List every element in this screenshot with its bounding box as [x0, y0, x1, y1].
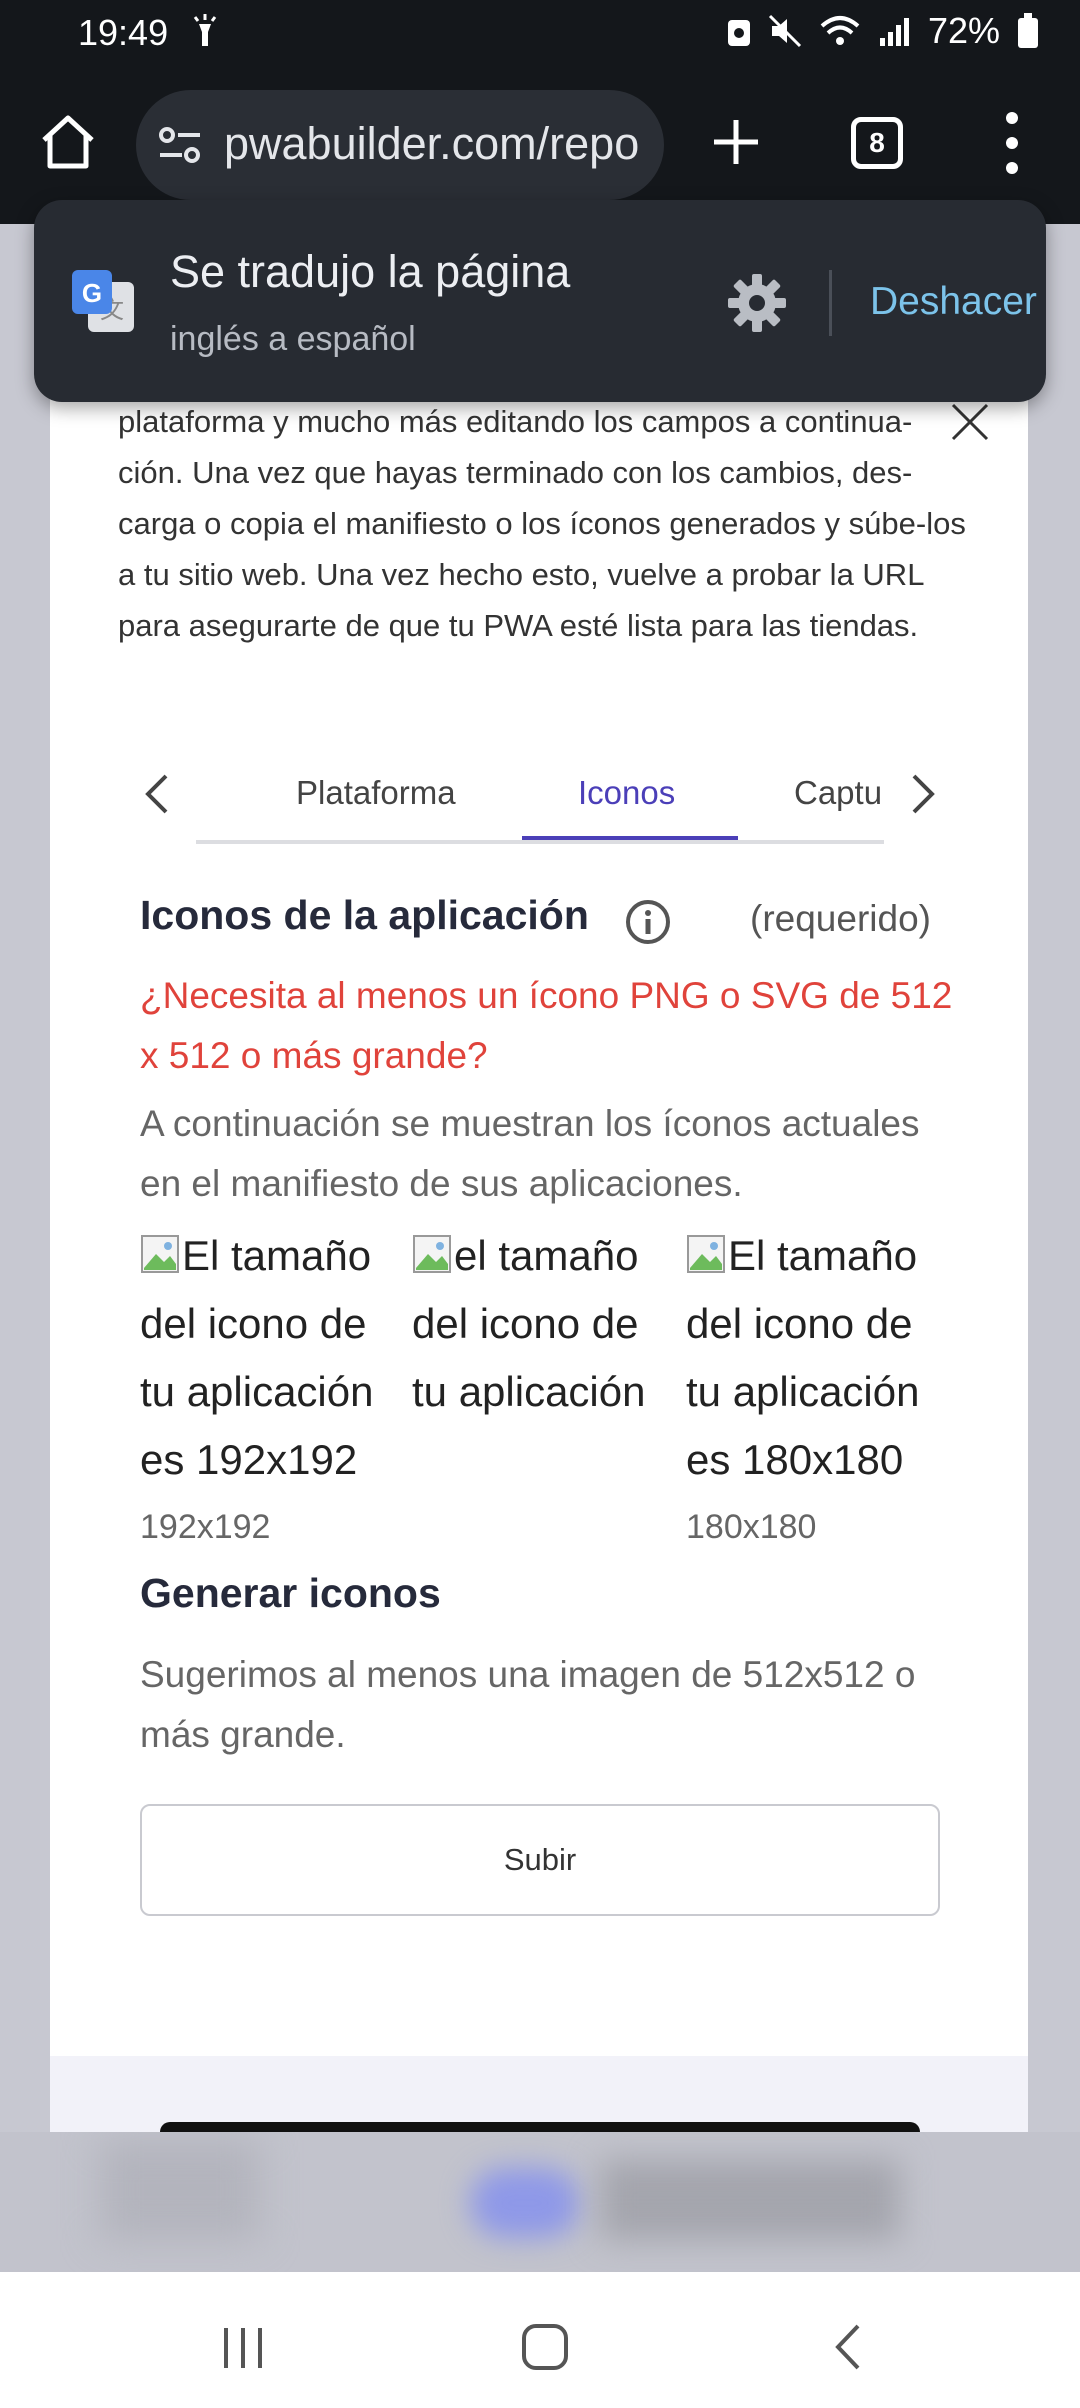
mute-icon	[768, 14, 801, 48]
translation-popup: 文 G Se tradujo la página inglés a españo…	[34, 200, 1046, 402]
recent-apps-icon[interactable]	[220, 2326, 266, 2370]
new-tab-icon[interactable]	[710, 116, 762, 168]
icon-warning: ¿Necesita al menos un ícono PNG o SVG de…	[140, 975, 953, 1076]
flashlight-icon	[193, 14, 217, 46]
tab-capturas[interactable]: Captu	[794, 774, 882, 812]
tab-plataforma[interactable]: Plataforma	[296, 774, 456, 812]
broken-image-icon	[141, 1235, 179, 1273]
translate-title: Se tradujo la página	[170, 246, 571, 297]
status-time: 19:49	[78, 12, 169, 53]
url-text: pwabuilder.com/repo	[224, 118, 640, 169]
overflow-menu-icon[interactable]	[1000, 110, 1024, 176]
icon-size: 192x192	[140, 1508, 271, 1546]
card-footer	[50, 2056, 1028, 2132]
info-icon[interactable]	[624, 898, 672, 946]
app-icon-item: El tamaño del icono de tu aplicación es …	[686, 1222, 946, 1552]
active-tab-indicator	[522, 836, 738, 840]
intro-text: plataforma y mucho más editando los camp…	[118, 404, 966, 643]
broken-image-icon	[413, 1235, 451, 1273]
required-label: (requerido)	[750, 898, 931, 939]
app-icon-item: El tamaño del icono de tu aplicación es …	[140, 1222, 400, 1552]
icons-description: A continuación se muestran los íconos ac…	[140, 1103, 920, 1204]
tab-iconos[interactable]: Iconos	[578, 774, 675, 812]
tab-switcher-button[interactable]: 8	[851, 117, 903, 169]
icon-size: 180x180	[686, 1508, 817, 1546]
broken-image-icon	[687, 1235, 725, 1273]
status-bar: 19:49 72%	[0, 0, 1080, 72]
recycle-icon	[727, 20, 750, 46]
site-settings-icon[interactable]	[158, 125, 202, 165]
status-icons: 72%	[726, 10, 1040, 52]
home-icon[interactable]	[38, 112, 98, 172]
tabs-prev-icon[interactable]	[140, 772, 174, 816]
svg-text:G: G	[82, 278, 102, 308]
gear-icon[interactable]	[726, 272, 788, 334]
home-nav-icon[interactable]	[522, 2324, 568, 2370]
battery-percent: 72%	[927, 10, 1000, 51]
divider	[829, 270, 832, 336]
signal-icon	[879, 18, 909, 46]
generate-description: Sugerimos al menos una imagen de 512x512…	[140, 1654, 916, 1755]
close-icon[interactable]	[950, 402, 990, 442]
battery-icon	[1018, 13, 1038, 48]
section-tabs: Plataforma Iconos Captu	[196, 760, 884, 844]
translate-subtitle: inglés a español	[170, 320, 416, 358]
back-icon[interactable]	[830, 2322, 864, 2372]
generate-title: Generar iconos	[140, 1570, 441, 1616]
tabs-next-icon[interactable]	[906, 772, 940, 816]
undo-translation-button[interactable]: Deshacer	[870, 280, 1037, 324]
wifi-icon	[820, 16, 860, 45]
app-icon-item: el tamaño del icono de tu aplicación	[412, 1222, 672, 1434]
upload-button[interactable]: Subir	[140, 1804, 940, 1916]
system-navigation-bar	[0, 2272, 1080, 2408]
section-title: Iconos de la aplicación	[140, 892, 589, 938]
address-bar[interactable]: pwabuilder.com/repo	[136, 90, 664, 200]
google-translate-icon: 文 G	[72, 270, 134, 332]
card-action-bar	[160, 2122, 920, 2132]
